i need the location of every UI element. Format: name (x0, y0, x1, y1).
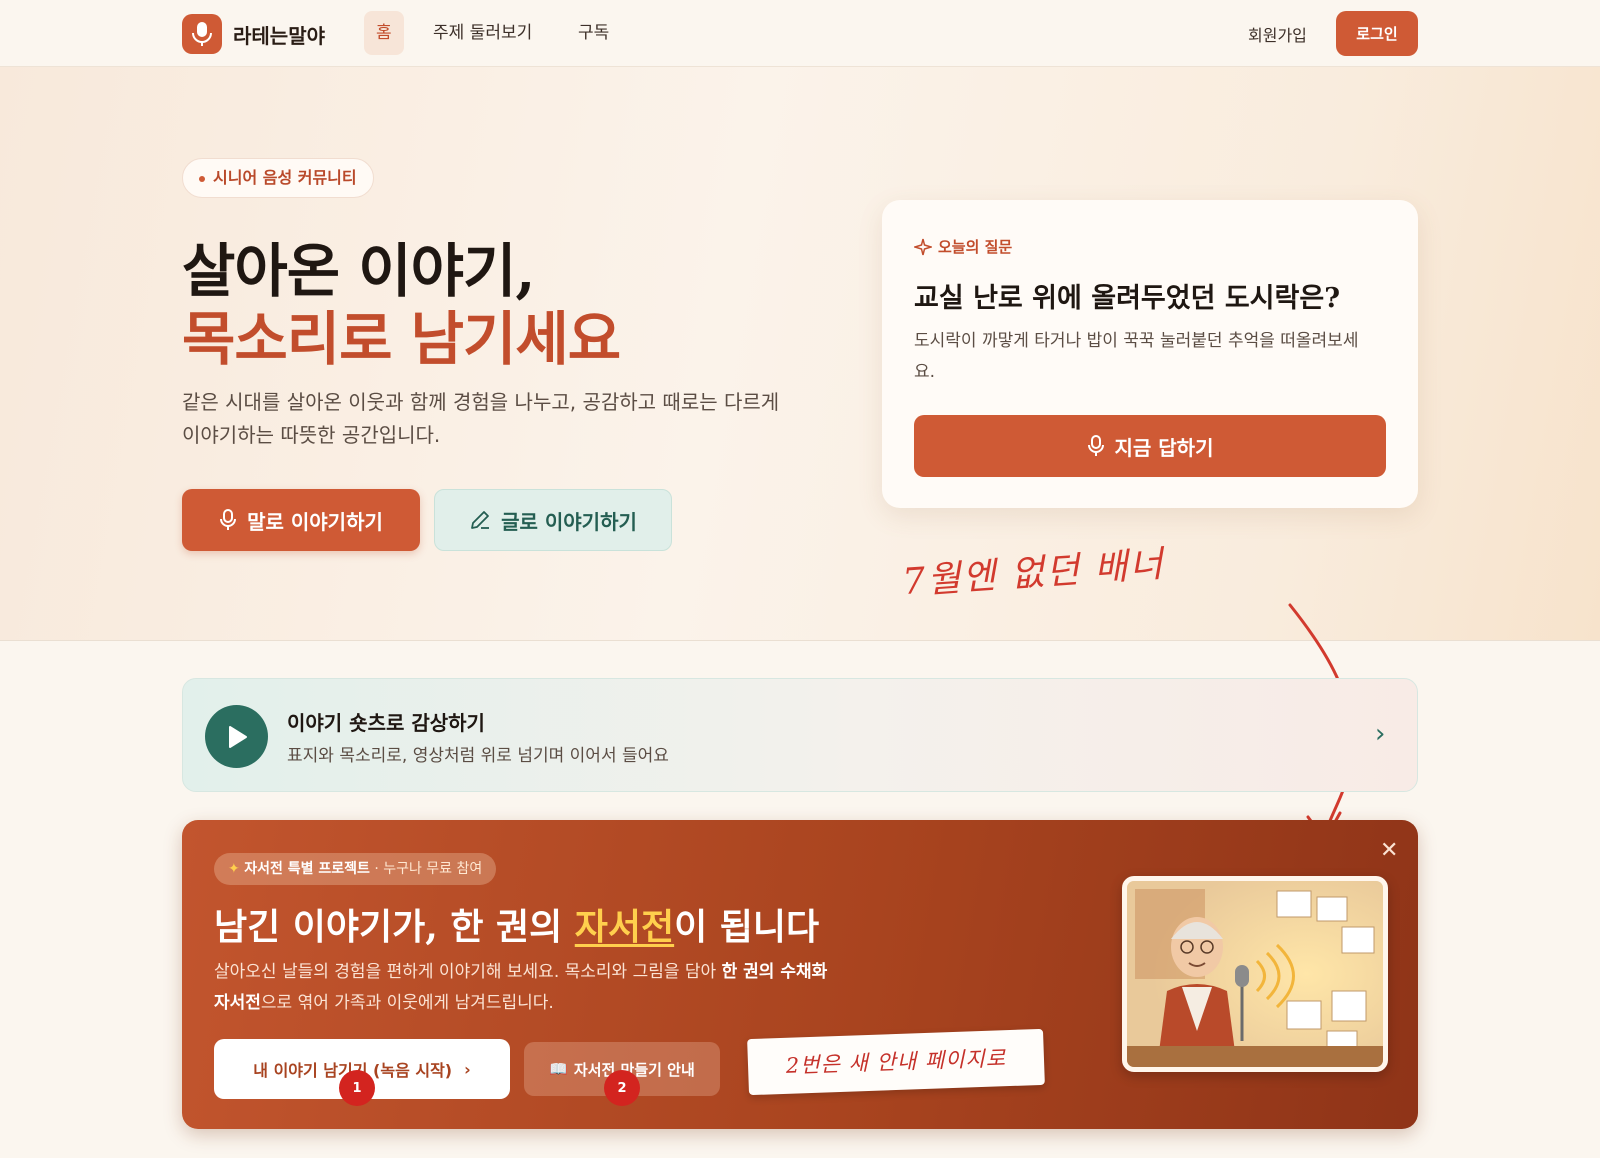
book-icon: 📖 (549, 1060, 568, 1078)
answer-now-button[interactable]: 지금 답하기 (914, 415, 1386, 477)
daily-question-label-text: 오늘의 질문 (938, 238, 1013, 256)
login-button[interactable]: 로그인 (1336, 11, 1418, 56)
chevron-right-icon: › (464, 1059, 471, 1079)
microphone-logo-icon[interactable] (182, 14, 222, 54)
close-icon[interactable]: ✕ (1380, 838, 1398, 863)
banner-desc-pre: 살아오신 날들의 경험을 편하게 이야기해 보세요. 목소리와 그림을 담아 (214, 962, 722, 982)
nav-topics[interactable]: 주제 둘러보기 (421, 11, 544, 55)
project-tag: ✦ 자서전 특별 프로젝트 · 누구나 무료 참여 (214, 853, 497, 885)
annotation-badge-1: 1 (339, 1070, 375, 1106)
speak-story-label: 말로 이야기하기 (247, 509, 383, 534)
annotation-new-guide-page: 2번은 새 안내 페이지로 (747, 1028, 1045, 1096)
hero-description: 같은 시대를 살아온 이웃과 함께 경험을 나누고, 공감하고 때로는 다르게 … (182, 390, 780, 447)
write-story-label: 글로 이야기하기 (501, 509, 637, 534)
shorts-title: 이야기 숏츠로 감상하기 (287, 711, 485, 735)
brand-name[interactable]: 라테는말야 (233, 20, 325, 49)
banner-description: 살아오신 날들의 경험을 편하게 이야기해 보세요. 목소리와 그림을 담아 한… (214, 957, 844, 1019)
daily-question-card: 오늘의 질문 교실 난로 위에 올려두었던 도시락은? 도시락이 까맣게 타거나… (882, 200, 1418, 508)
nav-home[interactable]: 홈 (364, 11, 404, 55)
sparkle-icon: ✦ (228, 861, 245, 877)
shorts-subtitle: 표지와 목소리로, 영상처럼 위로 넘기며 이어서 들어요 (287, 746, 669, 766)
shorts-banner[interactable]: 이야기 숏츠로 감상하기 표지와 목소리로, 영상처럼 위로 넘기며 이어서 들… (182, 678, 1418, 792)
pill-label: 시니어 음성 커뮤니티 (213, 168, 357, 187)
banner-title: 남긴 이야기가, 한 권의 자서전이 됩니다 (214, 898, 819, 950)
chevron-right-icon[interactable]: › (1375, 719, 1385, 749)
play-icon[interactable] (205, 705, 268, 768)
banner-title-highlight: 자서전 (574, 906, 675, 948)
community-pill: 시니어 음성 커뮤니티 (182, 158, 374, 198)
elderly-storyteller-illustration (1122, 876, 1388, 1072)
microphone-icon (1087, 435, 1104, 456)
daily-question-title: 교실 난로 위에 올려두었던 도시락은? (914, 283, 1341, 314)
answer-now-label: 지금 답하기 (1114, 435, 1214, 460)
annotation-badge-2: 2 (604, 1070, 640, 1106)
pencil-icon (471, 511, 490, 529)
banner-desc-post: 으로 엮어 가족과 이웃에게 남겨드립니다. (260, 993, 554, 1013)
banner-title-post: 이 됩니다 (674, 906, 820, 948)
daily-question-description: 도시락이 까맣게 타거나 밥이 꾹꾹 눌러붙던 추억을 떠올려보세요. (914, 331, 1359, 382)
daily-question-label: 오늘의 질문 (914, 236, 1012, 257)
dot-icon (199, 176, 205, 182)
autobiography-banner: ✦ 자서전 특별 프로젝트 · 누구나 무료 참여 남긴 이야기가, 한 권의 … (182, 820, 1418, 1129)
speak-story-button[interactable]: 말로 이야기하기 (182, 489, 420, 551)
signup-link[interactable]: 회원가입 (1248, 22, 1307, 46)
microphone-icon (220, 509, 237, 530)
top-nav: 라테는말야 홈 주제 둘러보기 구독 회원가입 로그인 (0, 0, 1600, 67)
project-tag-rest: · 누구나 무료 참여 (374, 861, 483, 877)
nav-subscribe[interactable]: 구독 (566, 11, 621, 55)
hero-title-line2: 목소리로 남기세요 (182, 305, 621, 373)
project-tag-bold: 자서전 특별 프로젝트 (244, 861, 370, 877)
sparkle-icon (914, 238, 932, 255)
banner-title-pre: 남긴 이야기가, 한 권의 (214, 906, 575, 948)
write-story-button[interactable]: 글로 이야기하기 (434, 489, 672, 551)
